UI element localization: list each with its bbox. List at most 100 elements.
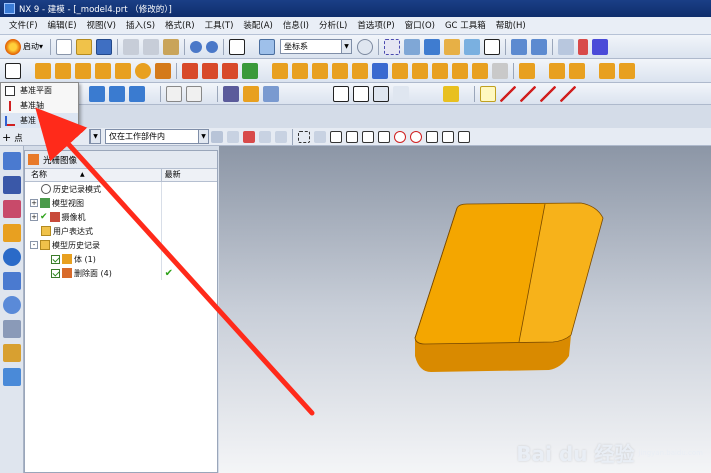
sphere-icon[interactable]	[135, 62, 151, 79]
sync-modeling-icon[interactable]	[519, 62, 535, 79]
snap-grid-icon[interactable]	[384, 38, 401, 55]
trim-body-icon[interactable]	[352, 62, 368, 79]
snap-plus-icon[interactable]	[458, 130, 470, 143]
move-face-icon[interactable]	[549, 62, 565, 79]
select-options-icon[interactable]	[211, 130, 223, 143]
arrow-select-icon[interactable]	[259, 130, 271, 143]
draft-icon[interactable]	[332, 62, 348, 79]
chevron-down-icon[interactable]	[539, 63, 545, 79]
tree-row[interactable]: - 模型历史记录	[25, 238, 217, 252]
extrude-icon[interactable]	[35, 62, 51, 79]
edge-blend-icon[interactable]	[272, 62, 288, 79]
pull-face-icon[interactable]	[569, 62, 585, 79]
snap-intersection-icon[interactable]	[378, 130, 390, 143]
point-command[interactable]: + 点	[2, 131, 23, 144]
menu-help[interactable]: 帮助(H)	[491, 18, 531, 34]
process-studio-icon[interactable]	[3, 344, 21, 362]
plane-icon[interactable]	[353, 85, 369, 102]
chevron-down-icon[interactable]	[249, 39, 255, 55]
block-icon[interactable]	[75, 62, 91, 79]
tree-row[interactable]: 历史记录模式	[25, 182, 217, 196]
render-style-icon[interactable]	[404, 38, 421, 55]
chevron-down-icon[interactable]	[463, 86, 469, 102]
view-orient-icon[interactable]	[464, 38, 481, 55]
menu-window[interactable]: 窗口(O)	[400, 18, 440, 34]
wcs-icon[interactable]	[511, 38, 528, 55]
column-latest-header[interactable]: 最新	[162, 169, 217, 181]
blank-icon[interactable]	[263, 85, 279, 102]
tree-row[interactable]: 体 (1)	[25, 252, 217, 266]
roles-icon[interactable]	[3, 368, 21, 386]
polyline-icon[interactable]	[520, 85, 536, 102]
undo-icon[interactable]	[190, 40, 203, 53]
redo-icon[interactable]	[206, 40, 219, 53]
menu-tools[interactable]: 工具(T)	[200, 18, 239, 34]
history-icon[interactable]	[3, 272, 21, 290]
cylinder-icon[interactable]	[95, 62, 111, 79]
constraint-navigator-icon[interactable]	[3, 200, 21, 218]
split-body-icon[interactable]	[392, 62, 408, 79]
grid-icon[interactable]	[373, 85, 389, 102]
chevron-down-icon[interactable]	[25, 63, 31, 79]
chevron-down-icon[interactable]	[589, 63, 595, 79]
cone-icon[interactable]	[115, 62, 131, 79]
selection-scope-icon[interactable]	[227, 130, 239, 143]
menu-file[interactable]: 文件(F)	[4, 18, 43, 34]
sew-icon[interactable]	[492, 62, 508, 79]
collapse-toggle[interactable]: -	[30, 241, 38, 249]
spline-icon[interactable]	[186, 85, 202, 102]
selection-rect-icon[interactable]	[229, 38, 246, 55]
wcs-move-icon[interactable]	[531, 38, 548, 55]
system-materials-icon[interactable]	[3, 320, 21, 338]
chevron-down-icon[interactable]	[413, 86, 419, 102]
menu-gc-toolbox[interactable]: GC 工具箱	[440, 18, 491, 34]
color-icon[interactable]	[243, 85, 259, 102]
search-icon[interactable]	[357, 38, 374, 55]
pointer-icon[interactable]	[243, 130, 255, 143]
chevron-down-icon[interactable]	[149, 86, 155, 102]
boss-icon[interactable]	[155, 62, 171, 79]
snap-point-icon[interactable]	[426, 130, 438, 143]
menu-view[interactable]: 视图(V)	[82, 18, 121, 34]
menu-edit[interactable]: 编辑(E)	[43, 18, 82, 34]
clock-icon[interactable]	[3, 296, 21, 314]
select-dash-box-icon[interactable]	[298, 130, 310, 143]
snap-control-icon[interactable]	[362, 130, 374, 143]
reuse-library-icon[interactable]	[3, 224, 21, 242]
coordinate-system-combo[interactable]: 坐标系 ▼	[280, 39, 353, 54]
chevron-down-icon[interactable]	[262, 63, 268, 79]
scope-filter-combo[interactable]: 仅在工作部件内 ▼	[105, 129, 209, 144]
search-command-icon[interactable]	[259, 38, 276, 55]
pattern-icon[interactable]	[242, 62, 258, 79]
body-color-icon[interactable]	[443, 85, 459, 102]
visibility-checkbox[interactable]	[51, 254, 60, 264]
rotate-select-icon[interactable]	[275, 130, 287, 143]
menu-format[interactable]: 格式(R)	[160, 18, 200, 34]
tree-row[interactable]: + ✔ 摄像机	[25, 210, 217, 224]
chevron-down-icon[interactable]	[206, 86, 212, 102]
measure-icon[interactable]	[578, 38, 589, 55]
snap-quadrant-icon[interactable]	[410, 130, 422, 143]
intersect-icon[interactable]	[222, 62, 238, 79]
shaded-cube-icon[interactable]	[424, 38, 441, 55]
type-filter-arrow[interactable]: ▼	[89, 129, 101, 144]
menu-item-datum-plane[interactable]: 基准平面	[1, 83, 78, 98]
graphics-window[interactable]: Bai du 经验 jingyan.baidu.com	[219, 146, 711, 473]
points-icon[interactable]	[393, 85, 409, 102]
chevron-down-icon[interactable]	[283, 86, 289, 102]
curve-icon[interactable]	[166, 85, 182, 102]
new-file-icon[interactable]	[56, 38, 73, 55]
rib-icon[interactable]	[432, 62, 448, 79]
assembly-icon[interactable]	[558, 38, 575, 55]
unite-icon[interactable]	[182, 62, 198, 79]
layer-icon[interactable]	[444, 38, 461, 55]
swept-icon[interactable]	[129, 85, 145, 102]
copy-icon[interactable]	[143, 38, 160, 55]
arc-icon[interactable]	[540, 85, 556, 102]
layer-settings-icon[interactable]	[223, 85, 239, 102]
analysis-icon[interactable]	[592, 38, 609, 55]
column-name-header[interactable]: 名称 ▲	[25, 169, 162, 181]
thread-icon[interactable]	[452, 62, 468, 79]
start-icon[interactable]	[5, 38, 21, 55]
paste-icon[interactable]	[163, 38, 180, 55]
